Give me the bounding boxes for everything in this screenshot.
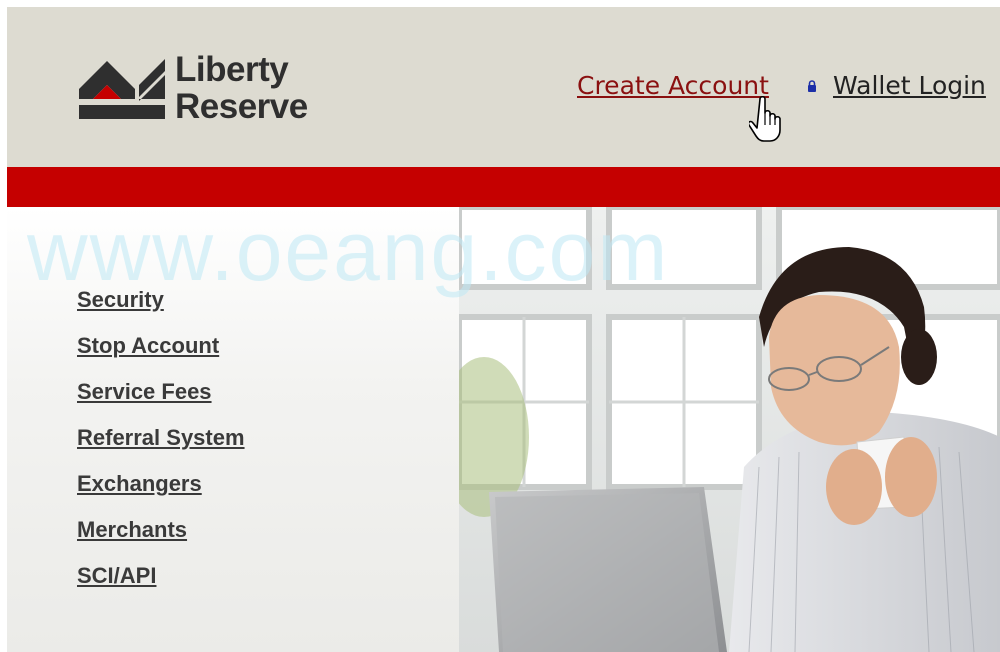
sidebar-item-exchangers: Exchangers — [77, 471, 245, 517]
sidebar-link-stop-account[interactable]: Stop Account — [77, 333, 219, 358]
brand-line1: Liberty — [175, 50, 289, 89]
lock-icon — [808, 80, 816, 92]
sidebar-link-security[interactable]: Security — [77, 287, 164, 312]
wallet-login-link[interactable]: Wallet Login — [833, 71, 986, 100]
brand-line2: Reserve — [175, 87, 308, 126]
liberty-reserve-logo-icon — [79, 59, 165, 119]
sidebar-link-sci-api[interactable]: SCI/API — [77, 563, 156, 588]
sidebar-item-service-fees: Service Fees — [77, 379, 245, 425]
hand-cursor-icon — [749, 95, 781, 142]
sidebar-item-merchants: Merchants — [77, 517, 245, 563]
sidebar-link-exchangers[interactable]: Exchangers — [77, 471, 202, 496]
sidebar-item-sci-api: SCI/API — [77, 563, 245, 609]
sidebar: Security Stop Account Service Fees Refer… — [7, 207, 459, 652]
brand-logo[interactable]: Liberty Reserve — [77, 49, 317, 129]
sidebar-link-service-fees[interactable]: Service Fees — [77, 379, 212, 404]
sidebar-menu: Security Stop Account Service Fees Refer… — [77, 287, 245, 609]
create-account-link[interactable]: Create Account — [577, 71, 769, 100]
hero-illustration — [459, 207, 1000, 652]
site-header: Liberty Reserve Create Account Wallet Lo… — [7, 7, 1000, 167]
page-frame: Liberty Reserve Create Account Wallet Lo… — [7, 7, 1000, 652]
brand-wordmark: Liberty Reserve — [175, 51, 308, 125]
sidebar-link-referral-system[interactable]: Referral System — [77, 425, 245, 450]
sidebar-link-merchants[interactable]: Merchants — [77, 517, 187, 542]
sidebar-item-stop-account: Stop Account — [77, 333, 245, 379]
hero-photo — [459, 207, 1000, 652]
sidebar-item-security: Security — [77, 287, 245, 333]
red-divider-bar — [7, 167, 1000, 207]
sidebar-item-referral-system: Referral System — [77, 425, 245, 471]
